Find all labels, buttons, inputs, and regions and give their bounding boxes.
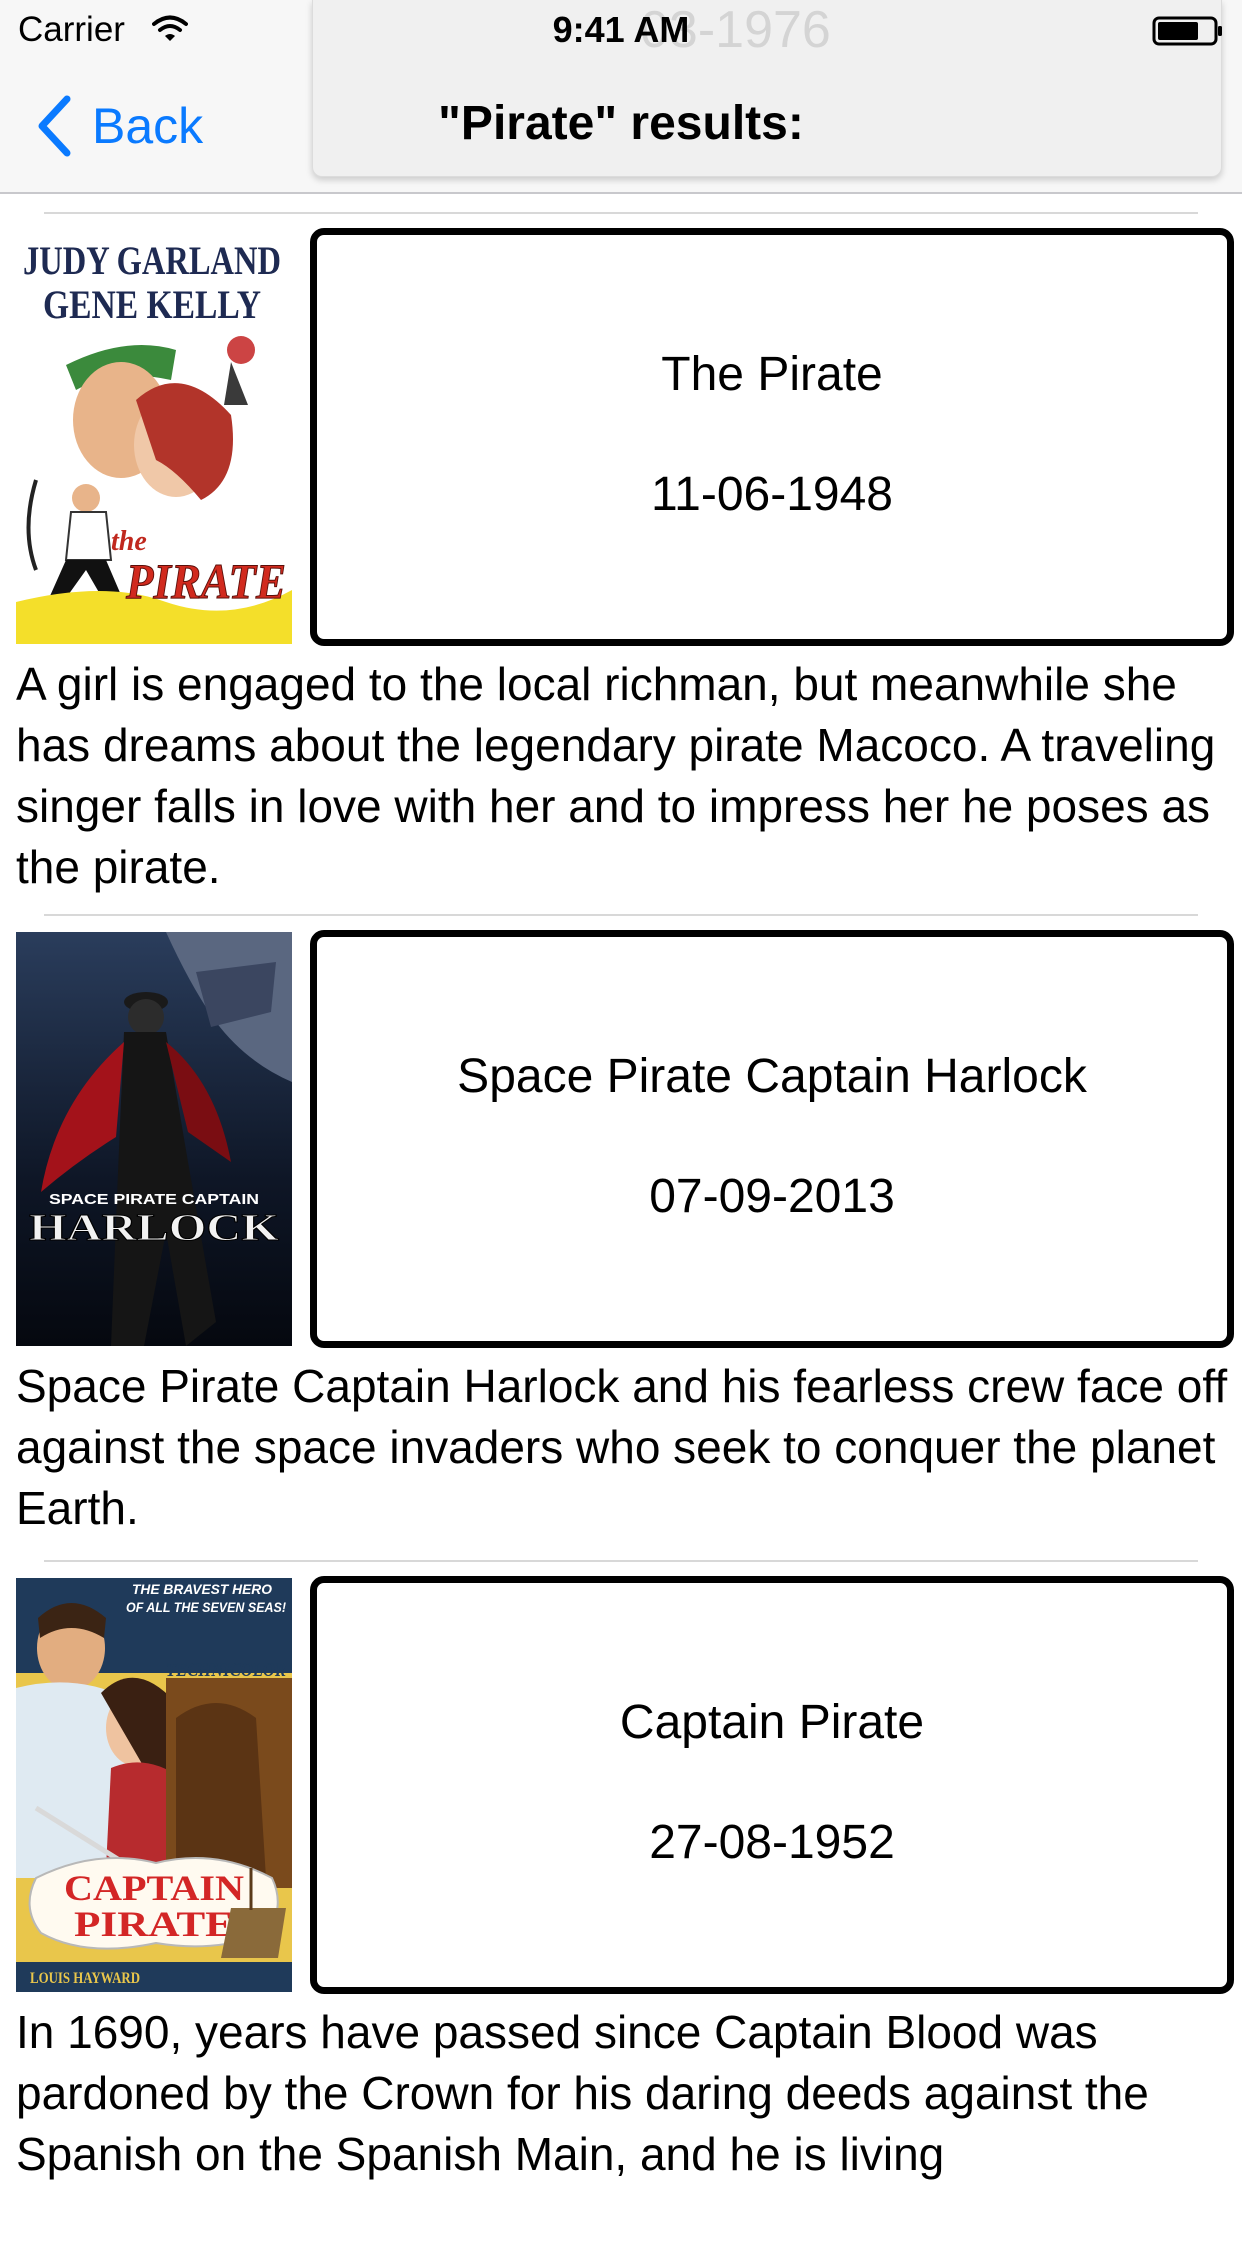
movie-info-box[interactable]: The Pirate 11-06-1948	[310, 228, 1234, 646]
poster-credit-line: GENE KELLY	[43, 282, 261, 327]
row-separator	[44, 212, 1198, 214]
release-date: 11-06-1948	[651, 468, 893, 521]
row-separator	[44, 914, 1198, 916]
movie-poster-image: THE BRAVEST HERO OF ALL THE SEVEN SEAS! …	[16, 1578, 292, 1992]
movie-overview: A girl is engaged to the local richman, …	[16, 658, 1216, 893]
movie-overview: In 1690, years have passed since Captain…	[16, 2006, 1149, 2180]
movie-info-box[interactable]: Space Pirate Captain Harlock 07-09-2013	[310, 930, 1234, 1348]
poster-title-text: SPACE PIRATE CAPTAIN	[49, 1191, 259, 1208]
release-date: 07-09-2013	[649, 1170, 895, 1223]
results-list[interactable]: JUDY GARLAND GENE KELLY the PIRATE The P…	[0, 194, 1242, 2244]
movie-title: Captain Pirate	[619, 1696, 925, 1749]
status-time: 9:41 AM	[552, 9, 690, 50]
row-separator	[44, 1560, 1198, 1562]
movie-title: Space Pirate Captain Harlock	[457, 1050, 1087, 1103]
poster-logo-text: PIRATE	[125, 553, 286, 609]
poster-credit-line: JUDY GARLAND	[23, 238, 281, 283]
poster-credit-line: LOUIS HAYWARD	[30, 1970, 140, 1987]
poster-tagline: OF ALL THE SEVEN SEAS!	[126, 1599, 286, 1615]
movie-poster-image: SPACE PIRATE CAPTAIN HARLOCK	[16, 932, 292, 1346]
movie-result-row[interactable]: THE BRAVEST HERO OF ALL THE SEVEN SEAS! …	[0, 1542, 1242, 2244]
status-bar: Carrier 9:41 AM	[0, 0, 1242, 62]
movie-poster: THE BRAVEST HERO OF ALL THE SEVEN SEAS! …	[16, 1578, 292, 1992]
movie-info-box[interactable]: Captain Pirate 27-08-1952	[310, 1576, 1234, 1994]
movie-poster: JUDY GARLAND GENE KELLY the PIRATE	[16, 230, 292, 644]
release-date: 27-08-1952	[649, 1816, 895, 1869]
page-title: "Pirate" results:	[438, 97, 804, 150]
poster-tagline: THE BRAVEST HERO	[132, 1581, 272, 1597]
movie-title: The Pirate	[661, 348, 883, 401]
poster-logo-text: PIRATE	[74, 1904, 234, 1944]
movie-poster-image: JUDY GARLAND GENE KELLY the PIRATE	[16, 230, 292, 644]
movie-overview: Space Pirate Captain Harlock and his fea…	[16, 1360, 1228, 1534]
poster-tagline: TECHNICOLOR	[166, 1659, 286, 1681]
poster-title-text: HARLOCK	[29, 1207, 280, 1249]
movie-poster: SPACE PIRATE CAPTAIN HARLOCK	[16, 932, 292, 1346]
battery-icon	[1152, 16, 1222, 46]
movie-result-row[interactable]: JUDY GARLAND GENE KELLY the PIRATE The P…	[0, 194, 1242, 896]
movie-result-row[interactable]: SPACE PIRATE CAPTAIN HARLOCK Space Pirat…	[0, 896, 1242, 1542]
poster-logo-text: CAPTAIN	[64, 1868, 244, 1908]
